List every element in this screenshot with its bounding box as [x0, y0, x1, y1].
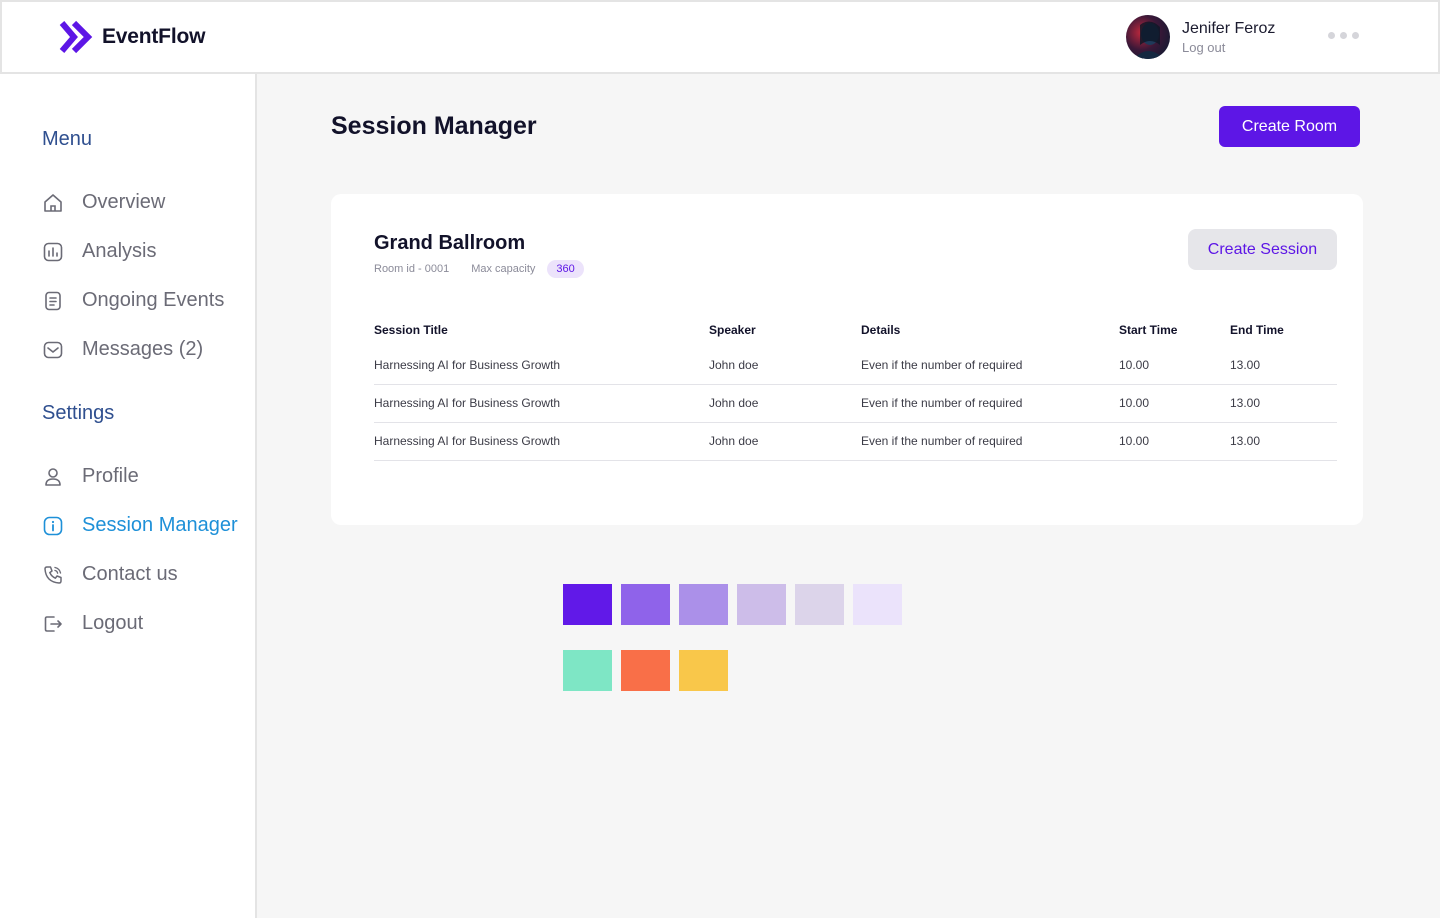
- sidebar-item-profile[interactable]: Profile: [42, 465, 139, 488]
- room-name: Grand Ballroom: [374, 232, 526, 254]
- sidebar-item-label: Logout: [82, 612, 144, 634]
- room-id: Room id - 0001: [374, 263, 450, 275]
- session-title-cell: Harnessing AI for Business Growth: [374, 384, 709, 423]
- column-header[interactable]: Speaker: [709, 314, 861, 346]
- sidebar-item-label: Session Manager: [82, 514, 238, 536]
- color-swatch: [679, 584, 728, 625]
- color-swatch: [621, 584, 670, 625]
- room-meta: Room id - 0001 Max capacity 360: [374, 260, 584, 278]
- dot: [1340, 32, 1347, 39]
- create-room-button[interactable]: Create Room: [1219, 106, 1360, 147]
- sidebar-item-label: Profile: [82, 465, 139, 487]
- color-swatch: [621, 650, 670, 691]
- double-chevron-icon: [59, 20, 93, 54]
- column-header[interactable]: End Time: [1230, 314, 1337, 346]
- more-options-icon[interactable]: [1328, 32, 1359, 39]
- table-row[interactable]: Harnessing AI for Business Growth John d…: [374, 384, 1337, 423]
- chart-icon: [43, 242, 63, 261]
- settings-section-title: Settings: [42, 402, 115, 424]
- color-swatch: [853, 584, 902, 625]
- sidebar: Menu Overview Analysis Ongoing Events Me…: [0, 74, 257, 918]
- end-time-cell: 13.00: [1230, 422, 1337, 461]
- column-header[interactable]: Details: [861, 314, 1119, 346]
- top-header: EventFlow Jenifer Feroz Log out: [0, 0, 1440, 74]
- color-swatch: [679, 650, 728, 691]
- create-session-button[interactable]: Create Session: [1188, 229, 1337, 270]
- sidebar-item-label: Ongoing Events: [82, 289, 225, 311]
- color-swatch: [563, 584, 612, 625]
- sidebar-item-ongoing-events[interactable]: Ongoing Events: [42, 289, 224, 312]
- sidebar-item-label: Analysis: [82, 240, 157, 262]
- header-logout-link[interactable]: Log out: [1182, 40, 1275, 55]
- start-time-cell: 10.00: [1119, 422, 1230, 461]
- sidebar-item-analysis[interactable]: Analysis: [42, 240, 156, 263]
- session-title-cell: Harnessing AI for Business Growth: [374, 346, 709, 385]
- brand-name: EventFlow: [102, 25, 206, 48]
- user-name: Jenifer Feroz: [1182, 19, 1276, 37]
- dot: [1328, 32, 1335, 39]
- sidebar-item-label: Overview: [82, 191, 166, 213]
- sidebar-item-label: Messages (2): [82, 338, 204, 360]
- speaker-cell: John doe: [709, 422, 861, 461]
- table-header-row: Session Title Speaker Details Start Time…: [374, 314, 1337, 346]
- sidebar-item-label: Contact us: [82, 563, 178, 585]
- speaker-cell: John doe: [709, 346, 861, 385]
- capacity-label: Max capacity: [471, 263, 536, 275]
- end-time-cell: 13.00: [1230, 384, 1337, 423]
- info-icon: [43, 516, 63, 535]
- sessions-table: Session Title Speaker Details Start Time…: [374, 314, 1337, 461]
- color-swatch: [795, 584, 844, 625]
- user-icon: [45, 467, 61, 486]
- column-header[interactable]: Session Title: [374, 314, 709, 346]
- speaker-cell: John doe: [709, 384, 861, 423]
- table-row[interactable]: Harnessing AI for Business Growth John d…: [374, 346, 1337, 385]
- phone-icon: [44, 565, 62, 584]
- capacity-badge: 360: [547, 260, 584, 278]
- avatar-image: [1126, 15, 1170, 59]
- menu-section-title: Menu: [42, 128, 93, 150]
- user-profile[interactable]: Jenifer Feroz Log out: [1126, 15, 1275, 59]
- details-cell: Even if the number of required: [861, 346, 1119, 385]
- logout-icon: [44, 615, 62, 632]
- document-icon: [45, 291, 61, 310]
- end-time-cell: 13.00: [1230, 346, 1337, 385]
- color-swatch: [737, 584, 786, 625]
- start-time-cell: 10.00: [1119, 346, 1230, 385]
- page-title: Session Manager: [331, 112, 537, 140]
- brand-logo[interactable]: EventFlow: [58, 19, 205, 55]
- details-cell: Even if the number of required: [861, 422, 1119, 461]
- sidebar-item-session-manager[interactable]: Session Manager: [42, 514, 238, 537]
- column-header[interactable]: Start Time: [1119, 314, 1230, 346]
- home-icon: [44, 193, 62, 212]
- avatar[interactable]: [1126, 15, 1170, 59]
- color-swatch: [563, 650, 612, 691]
- sidebar-item-messages[interactable]: Messages (2): [42, 338, 203, 361]
- room-card: Grand Ballroom Room id - 0001 Max capaci…: [331, 194, 1363, 525]
- sidebar-item-contact-us[interactable]: Contact us: [42, 563, 178, 586]
- dot: [1352, 32, 1359, 39]
- details-cell: Even if the number of required: [861, 384, 1119, 423]
- sidebar-item-logout[interactable]: Logout: [42, 612, 143, 635]
- start-time-cell: 10.00: [1119, 384, 1230, 423]
- mail-icon: [43, 341, 63, 358]
- table-row[interactable]: Harnessing AI for Business Growth John d…: [374, 422, 1337, 461]
- session-title-cell: Harnessing AI for Business Growth: [374, 422, 709, 461]
- sidebar-item-overview[interactable]: Overview: [42, 191, 165, 214]
